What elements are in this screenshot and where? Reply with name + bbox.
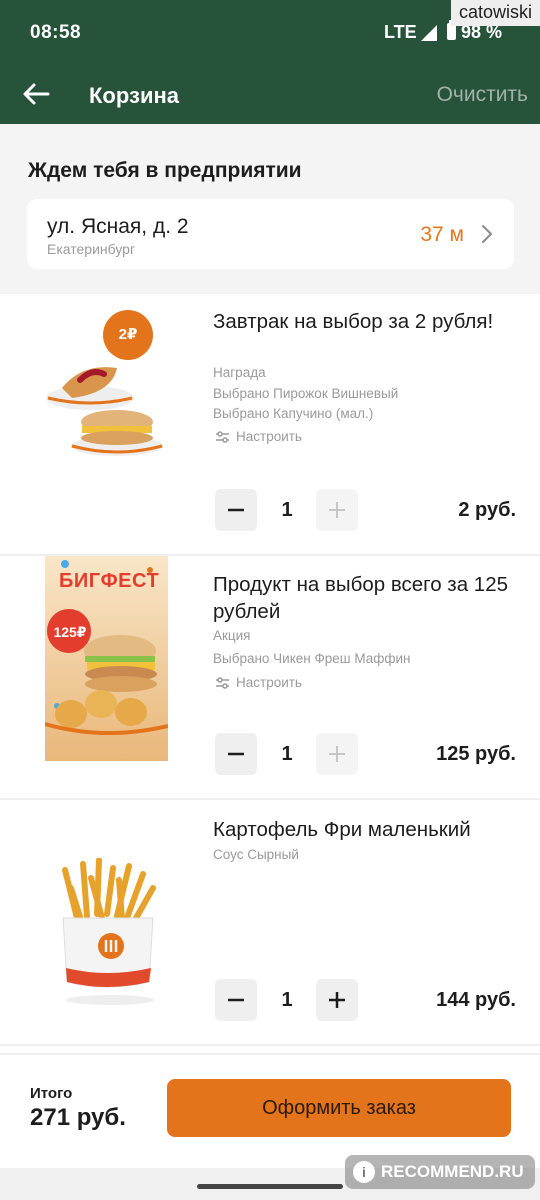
item-sauce: Соус Сырный — [213, 847, 299, 862]
customize-button[interactable]: Настроить — [215, 429, 302, 444]
cart-item: 2₽ Завтрак на выбор за 2 рубля! Награда … — [0, 294, 540, 556]
plus-icon — [329, 992, 345, 1008]
item-selection: Выбрано Пирожок Вишневый — [213, 386, 399, 401]
minus-icon — [228, 752, 244, 756]
customize-button[interactable]: Настроить — [215, 675, 302, 690]
cart-item: Картофель Фри маленький Соус Сырный 1 14… — [0, 800, 540, 1046]
item-type: Награда — [213, 365, 266, 380]
restaurant-address: ул. Ясная, д. 2 — [47, 215, 189, 238]
decrease-quantity-button[interactable] — [215, 733, 257, 775]
fries-product-image — [62, 858, 156, 1005]
item-selection: Выбрано Чикен Фреш Маффин — [213, 651, 411, 666]
item-price: 125 руб. — [436, 743, 516, 765]
app-bar: Корзина Очистить — [0, 64, 540, 124]
decrease-quantity-button[interactable] — [215, 979, 257, 1021]
watermark-site-label: RECOMMEND.RU — [381, 1162, 524, 1181]
increase-quantity-button[interactable] — [316, 979, 358, 1021]
customize-label: Настроить — [236, 429, 302, 444]
item-price: 2 руб. — [458, 499, 516, 521]
recommend-logo-icon: i — [353, 1161, 375, 1183]
plus-icon — [329, 502, 345, 518]
sliders-icon — [216, 676, 229, 689]
status-time: 08:58 — [30, 22, 82, 43]
item-title: Картофель Фри маленький — [213, 818, 471, 841]
chevron-right-icon — [482, 225, 492, 243]
quantity-value: 1 — [281, 743, 293, 765]
watermark-username: catowiski — [450, 0, 540, 26]
increase-quantity-button[interactable] — [316, 489, 358, 531]
item-price: 144 руб. — [436, 989, 516, 1011]
minus-icon — [228, 508, 244, 512]
checkout-button[interactable]: Оформить заказ — [167, 1079, 511, 1137]
back-button[interactable] — [18, 78, 54, 110]
arrow-left-icon — [23, 83, 50, 105]
restaurant-distance: 37 м — [420, 223, 464, 246]
pickup-heading: Ждем тебя в предприятии — [28, 159, 302, 182]
restaurant-card[interactable]: ул. Ясная, д. 2 Екатеринбург 37 м — [27, 199, 514, 269]
order-footer: Итого 271 руб. Оформить заказ — [0, 1053, 540, 1168]
breakfast-product-image — [46, 310, 163, 456]
quantity-value: 1 — [281, 989, 293, 1011]
item-type: Акция — [213, 628, 251, 643]
item-title: Завтрак на выбор за 2 рубля! — [213, 310, 494, 333]
cart-item: БИГФЕСТ 125₽ Продукт на выбор всего за 1… — [0, 556, 540, 800]
promo-badge: 125₽ — [53, 624, 87, 640]
restaurant-city: Екатеринбург — [47, 241, 136, 257]
promo-banner-text: БИГФЕСТ — [59, 570, 160, 592]
watermark-site: i RECOMMEND.RU — [345, 1155, 535, 1189]
total-value: 271 руб. — [30, 1104, 126, 1131]
signal-icon — [421, 25, 437, 41]
gesture-handle[interactable] — [197, 1184, 343, 1189]
promo-badge: 2₽ — [118, 326, 138, 343]
pickup-section: Ждем тебя в предприятии ул. Ясная, д. 2 … — [0, 124, 540, 294]
item-title: Продукт на выбор всего за 125 рублей — [213, 573, 508, 623]
plus-icon — [329, 746, 345, 762]
item-selection: Выбрано Капучино (мал.) — [213, 406, 374, 421]
sliders-icon — [216, 430, 229, 443]
clear-cart-button[interactable]: Очистить — [437, 83, 528, 107]
decrease-quantity-button[interactable] — [215, 489, 257, 531]
network-type: LTE — [384, 22, 417, 42]
minus-icon — [228, 998, 244, 1002]
total-label: Итого — [30, 1085, 73, 1102]
page-title: Корзина — [89, 83, 179, 108]
increase-quantity-button[interactable] — [316, 733, 358, 775]
quantity-value: 1 — [281, 499, 293, 521]
customize-label: Настроить — [236, 675, 302, 690]
